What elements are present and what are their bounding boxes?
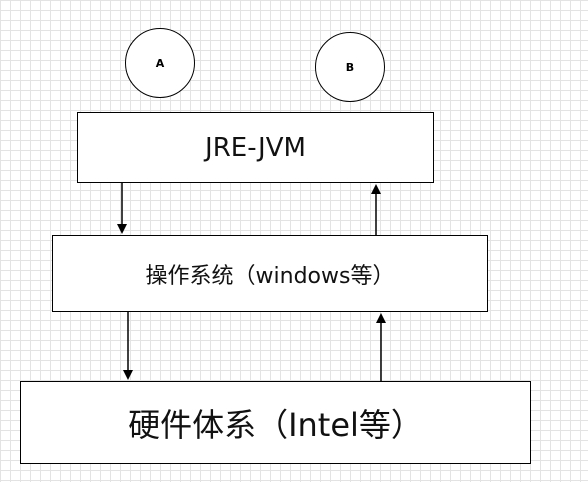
node-hardware[interactable]: 硬件体系（Intel等） xyxy=(20,381,531,464)
node-jre-jvm[interactable]: JRE-JVM xyxy=(77,112,434,183)
node-circle-a-label: A xyxy=(155,56,165,70)
node-operating-system-label: 操作系统（windows等） xyxy=(145,263,395,289)
node-circle-b[interactable]: B xyxy=(315,32,385,102)
node-operating-system[interactable]: 操作系统（windows等） xyxy=(52,235,488,312)
diagram-canvas: A B JRE-JVM 操作系统（windows等） 硬件体系（Intel等） xyxy=(0,0,588,482)
node-hardware-label: 硬件体系（Intel等） xyxy=(128,405,423,444)
node-circle-a[interactable]: A xyxy=(125,28,195,98)
node-circle-b-label: B xyxy=(345,60,355,74)
node-jre-jvm-label: JRE-JVM xyxy=(205,132,306,163)
